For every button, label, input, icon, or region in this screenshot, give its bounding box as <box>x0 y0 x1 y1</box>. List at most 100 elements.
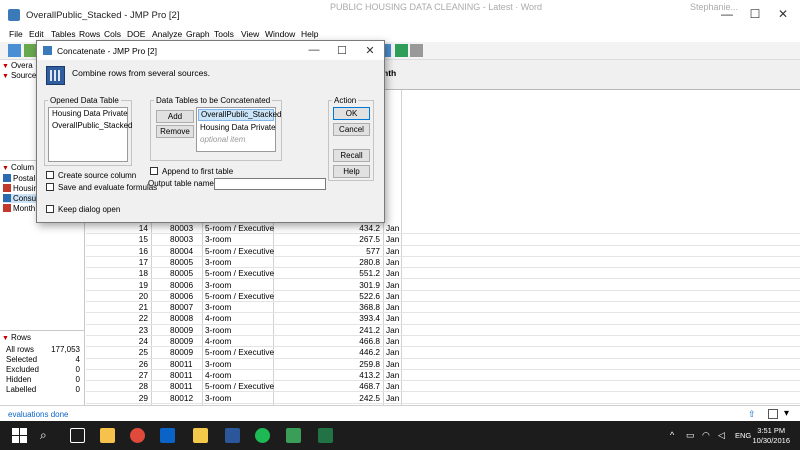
table-row[interactable]: 28 80011 5-room / Executive 468.7 Jan <box>86 381 800 393</box>
housing-type-cell[interactable]: 5-room / Executive <box>205 223 274 234</box>
row-number[interactable]: 24 <box>126 336 148 347</box>
housing-type-cell[interactable]: 5-room / Executive <box>205 381 274 392</box>
postal-cell[interactable]: 80012 <box>170 393 200 404</box>
consumption-cell[interactable]: 393.4 <box>332 313 380 324</box>
outlook-icon[interactable] <box>160 428 175 443</box>
remove-button[interactable]: Remove <box>156 125 194 138</box>
postal-cell[interactable]: 80006 <box>170 291 200 302</box>
consumption-cell[interactable]: 434.2 <box>332 223 380 234</box>
housing-type-cell[interactable]: 5-room / Executive <box>205 291 274 302</box>
list-item[interactable]: Housing Data Private <box>197 122 276 134</box>
menu-cols[interactable]: Cols <box>104 29 121 39</box>
dialog-minimize-icon[interactable]: — <box>305 44 323 56</box>
consumption-cell[interactable]: 551.2 <box>332 268 380 279</box>
ok-button[interactable]: OK <box>333 107 370 120</box>
checkbox-box[interactable] <box>46 205 54 213</box>
month-cell[interactable]: Jan <box>386 347 400 358</box>
month-cell[interactable]: Jan <box>386 302 400 313</box>
postal-cell[interactable]: 80008 <box>170 313 200 324</box>
close-icon[interactable]: ✕ <box>772 6 794 22</box>
dropdown-icon[interactable]: ▾ <box>784 408 789 419</box>
table-row[interactable]: 21 80007 3-room 368.8 Jan <box>86 302 800 314</box>
file-explorer-icon[interactable] <box>100 428 115 443</box>
table-row[interactable]: 18 80005 5-room / Executive 551.2 Jan <box>86 268 800 280</box>
postal-cell[interactable]: 80007 <box>170 302 200 313</box>
housing-type-cell[interactable]: 3-room <box>205 302 273 313</box>
arrow-up-icon[interactable]: ⇧ <box>748 409 758 419</box>
dialog-maximize-icon[interactable]: ☐ <box>333 44 351 57</box>
rows-panel-header[interactable]: ▼ Rows <box>2 333 31 342</box>
postal-cell[interactable]: 80003 <box>170 223 200 234</box>
consumption-cell[interactable]: 242.5 <box>332 393 380 404</box>
row-number[interactable]: 27 <box>126 370 148 381</box>
menu-tables[interactable]: Tables <box>51 29 76 39</box>
excel-icon[interactable] <box>318 428 333 443</box>
row-number[interactable]: 23 <box>126 325 148 336</box>
row-number[interactable]: 25 <box>126 347 148 358</box>
dialog-close-icon[interactable]: ✕ <box>361 44 379 57</box>
postal-cell[interactable]: 80005 <box>170 268 200 279</box>
clock[interactable]: 3:51 PM 10/30/2016 <box>752 426 790 446</box>
menu-tools[interactable]: Tools <box>214 29 234 39</box>
row-number[interactable]: 17 <box>126 257 148 268</box>
housing-type-cell[interactable]: 3-room <box>205 393 273 404</box>
recall-button[interactable]: Recall <box>333 149 370 162</box>
row-number[interactable]: 14 <box>126 223 148 234</box>
row-number[interactable]: 26 <box>126 359 148 370</box>
columns-panel-header[interactable]: ▼ Colum <box>2 163 34 172</box>
housing-type-cell[interactable]: 3-room <box>205 280 273 291</box>
toolbar-edit-icon[interactable] <box>410 44 423 57</box>
postal-cell[interactable]: 80011 <box>170 381 200 392</box>
checkbox-box[interactable] <box>46 171 54 179</box>
menu-rows[interactable]: Rows <box>79 29 100 39</box>
postal-cell[interactable]: 80003 <box>170 234 200 245</box>
housing-type-cell[interactable]: 5-room / Executive <box>205 347 274 358</box>
output-name-input[interactable] <box>214 178 326 190</box>
spotify-icon[interactable] <box>255 428 270 443</box>
consumption-cell[interactable]: 280.8 <box>332 257 380 268</box>
row-number[interactable]: 16 <box>126 246 148 257</box>
month-cell[interactable]: Jan <box>386 325 400 336</box>
checkbox-box[interactable] <box>46 183 54 191</box>
row-number[interactable]: 29 <box>126 393 148 404</box>
maximize-icon[interactable]: ☐ <box>744 6 766 22</box>
menu-edit[interactable]: Edit <box>29 29 44 39</box>
row-number[interactable]: 18 <box>126 268 148 279</box>
month-cell[interactable]: Jan <box>386 280 400 291</box>
list-item[interactable]: OverallPublic_Stacked <box>49 120 132 132</box>
wifi-icon[interactable]: ◠ <box>702 430 710 441</box>
month-cell[interactable]: Jan <box>386 313 400 324</box>
housing-type-cell[interactable]: 4-room <box>205 313 273 324</box>
help-button[interactable]: Help <box>333 165 370 178</box>
consumption-cell[interactable]: 241.2 <box>332 325 380 336</box>
word-icon[interactable] <box>225 428 240 443</box>
housing-type-cell[interactable]: 4-room <box>205 336 273 347</box>
postal-cell[interactable]: 80006 <box>170 280 200 291</box>
month-cell[interactable]: Jan <box>386 268 400 279</box>
postal-cell[interactable]: 80004 <box>170 246 200 257</box>
new-table-icon[interactable] <box>8 44 21 57</box>
window-icon[interactable] <box>768 409 778 419</box>
housing-type-cell[interactable]: 5-room / Executive <box>205 268 274 279</box>
table-row[interactable]: 25 80009 5-room / Executive 446.2 Jan <box>86 347 800 359</box>
postal-cell[interactable]: 80011 <box>170 370 200 381</box>
table-row[interactable]: 17 80005 3-room 280.8 Jan <box>86 257 800 269</box>
consumption-cell[interactable]: 413.2 <box>332 370 380 381</box>
concat-tables-list[interactable]: OverallPublic_Stacked Housing Data Priva… <box>196 107 281 152</box>
row-number[interactable]: 28 <box>126 381 148 392</box>
table-row[interactable]: 26 80011 3-room 259.8 Jan <box>86 359 800 370</box>
consumption-cell[interactable]: 259.8 <box>332 359 380 370</box>
volume-icon[interactable]: ◁ <box>718 430 725 441</box>
battery-icon[interactable]: ▭ <box>686 430 695 441</box>
month-cell[interactable]: Jan <box>386 381 400 392</box>
month-cell[interactable]: Jan <box>386 336 400 347</box>
windows-start-icon[interactable] <box>12 428 27 443</box>
month-cell[interactable]: Jan <box>386 234 400 245</box>
list-item[interactable]: Housing Data Private <box>49 108 128 120</box>
list-item-selected[interactable]: OverallPublic_Stacked <box>198 109 281 121</box>
language-indicator[interactable]: ENG <box>735 431 751 440</box>
toolbar-arrow-icon[interactable] <box>395 44 408 57</box>
table-row[interactable]: 29 80012 3-room 242.5 Jan <box>86 393 800 404</box>
table-row[interactable]: 15 80003 3-room 267.5 Jan <box>86 234 800 246</box>
consumption-cell[interactable]: 301.9 <box>332 280 380 291</box>
